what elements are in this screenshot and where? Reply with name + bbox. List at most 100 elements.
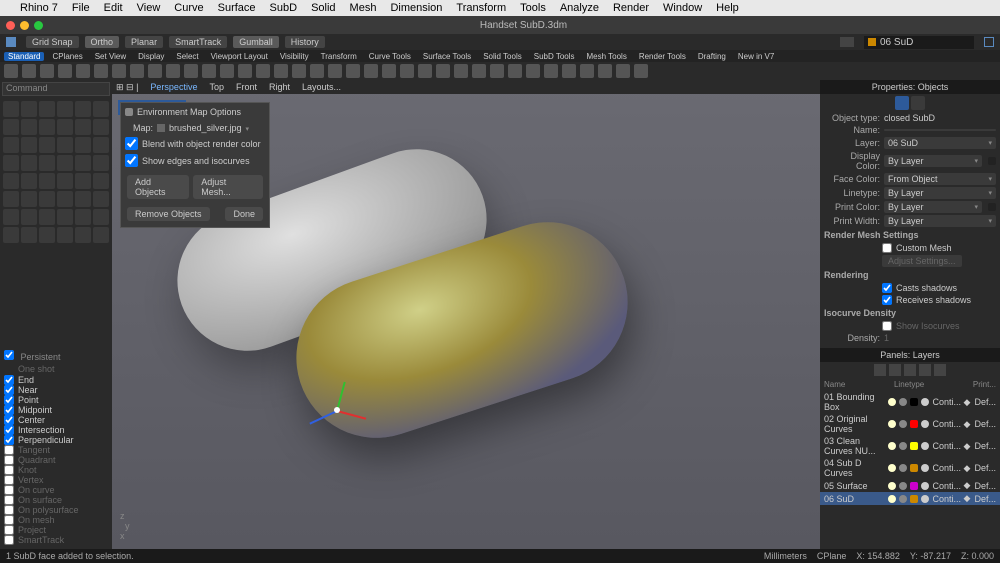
snap-point[interactable]: Point — [4, 395, 108, 405]
tab-surface-tools[interactable]: Surface Tools — [419, 52, 475, 61]
menu-curve[interactable]: Curve — [174, 2, 203, 14]
menu-render[interactable]: Render — [613, 2, 649, 14]
toolbar-icon[interactable] — [238, 64, 252, 78]
tab-mesh-tools[interactable]: Mesh Tools — [583, 52, 631, 61]
tool-icon[interactable] — [57, 191, 73, 207]
snap-quadrant[interactable]: Quadrant — [4, 455, 108, 465]
menu-dimension[interactable]: Dimension — [390, 2, 442, 14]
tool-icon[interactable] — [21, 191, 37, 207]
toolbar-icon[interactable] — [382, 64, 396, 78]
layer-row[interactable]: 04 Sub D CurvesConti...◆Def... — [820, 457, 1000, 479]
tool-icon[interactable] — [21, 119, 37, 135]
toolbar-icon[interactable] — [454, 64, 468, 78]
tool-icon[interactable] — [93, 137, 109, 153]
toolbar-icon[interactable] — [94, 64, 108, 78]
toolbar-icon[interactable] — [562, 64, 576, 78]
tool-icon[interactable] — [75, 155, 91, 171]
toolbar-icon[interactable] — [76, 64, 90, 78]
toolbar-icon[interactable] — [274, 64, 288, 78]
tab-visibility[interactable]: Visibility — [276, 52, 313, 61]
toolbar-icon[interactable] — [472, 64, 486, 78]
printwidth-select[interactable]: By Layer — [884, 215, 996, 227]
snap-on-curve[interactable]: On curve — [4, 485, 108, 495]
tool-icon[interactable] — [21, 155, 37, 171]
tool-icon[interactable] — [39, 119, 55, 135]
toolbar-icon[interactable] — [526, 64, 540, 78]
toolbar-icon[interactable] — [598, 64, 612, 78]
snap-smarttrack[interactable]: SmartTrack — [4, 535, 108, 545]
toolbar-icon[interactable] — [400, 64, 414, 78]
layer-tool-icon[interactable] — [904, 364, 916, 376]
toolbar-icon[interactable] — [544, 64, 558, 78]
snap-vertex[interactable]: Vertex — [4, 475, 108, 485]
toolbar-icon[interactable] — [130, 64, 144, 78]
tool-icon[interactable] — [3, 137, 19, 153]
tool-icon[interactable] — [39, 173, 55, 189]
toolbar-icon[interactable] — [40, 64, 54, 78]
layer-tool-icon[interactable] — [874, 364, 886, 376]
tab-curve-tools[interactable]: Curve Tools — [365, 52, 415, 61]
tool-icon[interactable] — [93, 209, 109, 225]
tool-icon[interactable] — [21, 173, 37, 189]
toolbar-icon[interactable] — [22, 64, 36, 78]
viewport-tab-layouts...[interactable]: Layouts... — [302, 82, 341, 92]
color-swatch[interactable] — [988, 157, 996, 165]
gizmo-origin-icon[interactable] — [334, 407, 340, 413]
tab-new-in-v7[interactable]: New in V7 — [734, 52, 778, 61]
toolbar-icon[interactable] — [220, 64, 234, 78]
snap-tangent[interactable]: Tangent — [4, 445, 108, 455]
menu-transform[interactable]: Transform — [456, 2, 506, 14]
layer-tool-icon[interactable] — [919, 364, 931, 376]
cplane[interactable]: CPlane — [817, 551, 847, 561]
smarttrack-toggle[interactable]: SmartTrack — [169, 36, 227, 48]
gridsnap-toggle[interactable]: Grid Snap — [26, 36, 79, 48]
tool-icon[interactable] — [21, 137, 37, 153]
tool-icon[interactable] — [93, 155, 109, 171]
tool-icon[interactable] — [75, 209, 91, 225]
layer-tool-icon[interactable] — [934, 364, 946, 376]
menu-window[interactable]: Window — [663, 2, 702, 14]
obj-props-icon[interactable] — [895, 96, 909, 110]
tab-standard[interactable]: Standard — [4, 52, 44, 61]
tool-icon[interactable] — [39, 101, 55, 117]
menu-view[interactable]: View — [137, 2, 161, 14]
snap-on-polysurface[interactable]: On polysurface — [4, 505, 108, 515]
toolbar-icon[interactable] — [202, 64, 216, 78]
showiso-chk[interactable] — [882, 321, 892, 331]
tool-icon[interactable] — [3, 155, 19, 171]
toolbar-icon[interactable] — [364, 64, 378, 78]
toolbar-icon[interactable] — [58, 64, 72, 78]
snap-on-mesh[interactable]: On mesh — [4, 515, 108, 525]
snap-intersection[interactable]: Intersection — [4, 425, 108, 435]
toolbar-icon[interactable] — [292, 64, 306, 78]
tool-icon[interactable] — [75, 137, 91, 153]
viewport-tab-top[interactable]: Top — [209, 82, 224, 92]
panel-icon[interactable] — [984, 37, 994, 47]
minimize-icon[interactable] — [20, 21, 29, 30]
tool-icon[interactable] — [3, 209, 19, 225]
name-field[interactable] — [884, 129, 996, 131]
toolbar-icon[interactable] — [490, 64, 504, 78]
toolbar-icon[interactable] — [346, 64, 360, 78]
tool-icon[interactable] — [75, 227, 91, 243]
snap-on-surface[interactable]: On surface — [4, 495, 108, 505]
tab-set-view[interactable]: Set View — [91, 52, 130, 61]
toolbar-icon[interactable] — [112, 64, 126, 78]
tool-icon[interactable] — [3, 119, 19, 135]
tab-cplanes[interactable]: CPlanes — [48, 52, 86, 61]
printcolor-select[interactable]: By Layer — [884, 201, 982, 213]
menu-mesh[interactable]: Mesh — [350, 2, 377, 14]
viewport-tab-front[interactable]: Front — [236, 82, 257, 92]
tool-icon[interactable] — [39, 191, 55, 207]
toolbar-icon[interactable] — [148, 64, 162, 78]
toolbar-icon[interactable] — [328, 64, 342, 78]
toolbar-icon[interactable] — [184, 64, 198, 78]
toolbar-icon[interactable] — [616, 64, 630, 78]
tool-icon[interactable] — [57, 173, 73, 189]
menu-edit[interactable]: Edit — [104, 2, 123, 14]
viewport-tab-right[interactable]: Right — [269, 82, 290, 92]
snap-project[interactable]: Project — [4, 525, 108, 535]
layer-select[interactable]: 06 SuD — [884, 137, 996, 149]
tool-icon[interactable] — [3, 191, 19, 207]
layer-tool-icon[interactable] — [889, 364, 901, 376]
